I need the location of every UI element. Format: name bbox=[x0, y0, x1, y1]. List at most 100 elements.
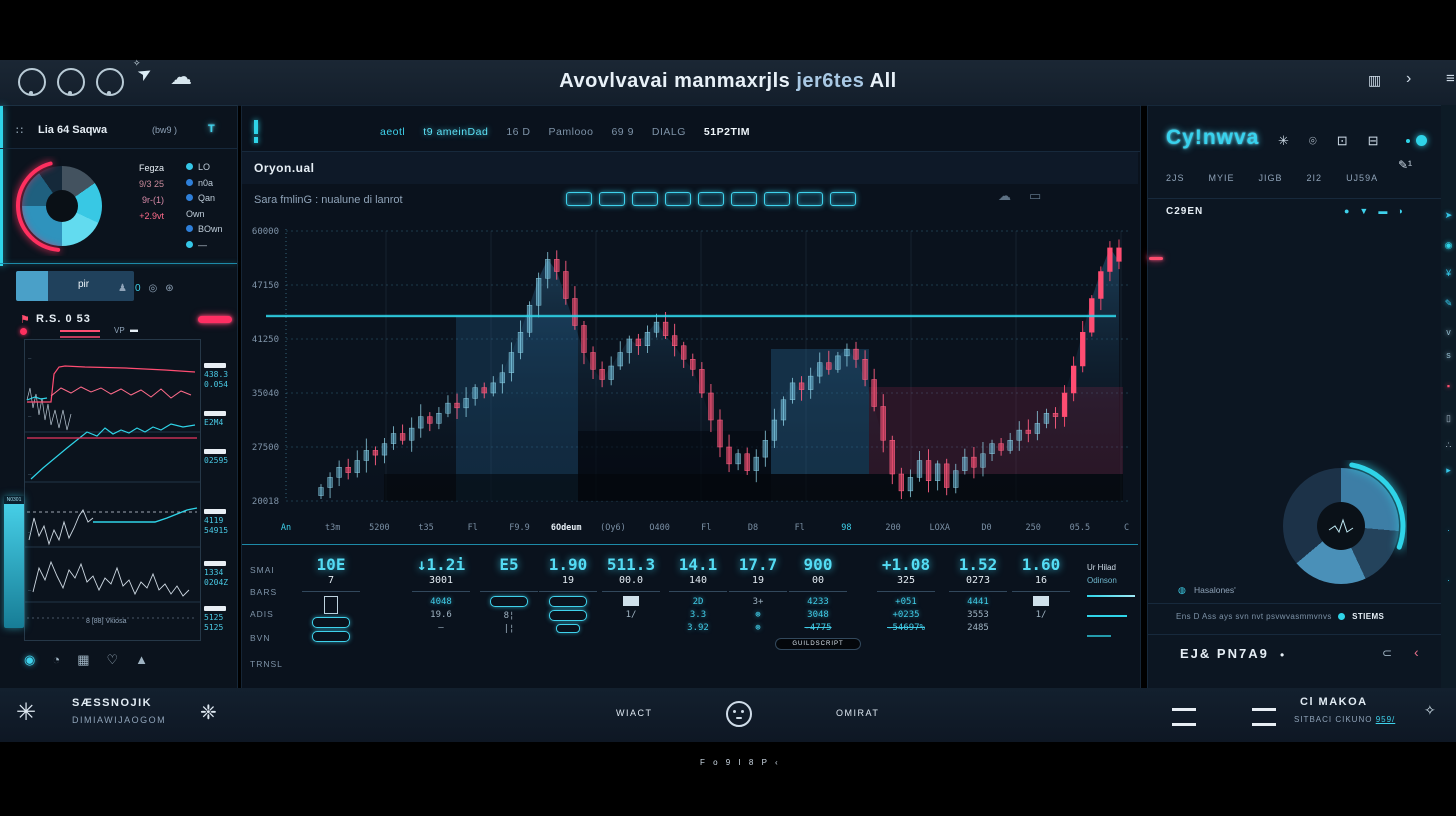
menu-item-7[interactable]: 51P2TIM bbox=[704, 126, 750, 138]
legend-key[interactable]: n0a bbox=[186, 176, 236, 192]
curve-icon[interactable] bbox=[797, 192, 823, 206]
status-wiact[interactable]: WIACT bbox=[616, 708, 653, 718]
stat-divider bbox=[789, 591, 847, 592]
play-icon[interactable]: ▸ bbox=[1441, 465, 1456, 476]
svg-text:98: 98 bbox=[841, 523, 851, 533]
menu-item-2[interactable]: t9 ameinDad bbox=[423, 126, 488, 138]
stat-sub-value: 16 bbox=[995, 575, 1087, 588]
plane-icon[interactable]: ➤ bbox=[1441, 210, 1456, 221]
alert-icon[interactable]: ▪ bbox=[1441, 381, 1456, 391]
lock-icon[interactable]: ⌾ bbox=[1309, 133, 1317, 148]
legend-dot-icon bbox=[186, 225, 193, 232]
chevron-icon[interactable]: v bbox=[1441, 327, 1456, 337]
legend-key[interactable]: Own bbox=[186, 207, 236, 223]
stat-sub-value: 00 bbox=[772, 575, 864, 588]
box-icon[interactable] bbox=[698, 192, 724, 206]
pill-icon[interactable] bbox=[549, 596, 587, 607]
vertical-scrollbar[interactable]: N0301 bbox=[4, 496, 24, 628]
tab-2js[interactable]: 2JS bbox=[1166, 173, 1185, 183]
face-icon[interactable] bbox=[726, 701, 752, 727]
edit-icon[interactable]: ✎ bbox=[1441, 298, 1456, 309]
stat-sub-value: 7 bbox=[285, 575, 377, 588]
tab-myie[interactable]: MYIE bbox=[1209, 173, 1235, 183]
gear-icon[interactable]: ✳ bbox=[1278, 133, 1289, 148]
pill-icon[interactable] bbox=[556, 624, 580, 633]
menu-item-5[interactable]: 69 9 bbox=[611, 126, 633, 138]
bookmark-icon[interactable] bbox=[254, 120, 258, 134]
menu-item-1[interactable]: aeotl bbox=[380, 126, 405, 138]
sidebar-tool-icon[interactable]: ▲ bbox=[135, 652, 148, 667]
statusbar-title: SÆSSNOJIK bbox=[72, 697, 152, 709]
snow-icon[interactable]: ❈ bbox=[200, 700, 217, 725]
sketch-icon[interactable]: ✎¹ bbox=[1398, 158, 1412, 172]
dock-left-icon[interactable] bbox=[1172, 708, 1196, 726]
sidebar-tool-icon[interactable]: ▦ bbox=[77, 652, 89, 667]
legend-key[interactable]: — bbox=[186, 238, 236, 254]
frame-icon[interactable]: ▭ bbox=[1029, 188, 1059, 203]
svg-text:LOXA: LOXA bbox=[930, 523, 950, 533]
bars-icon[interactable] bbox=[566, 192, 592, 206]
chart-icon[interactable]: ⊡ bbox=[1337, 133, 1348, 148]
alert-pill[interactable] bbox=[198, 316, 232, 323]
columns-icon[interactable]: ▥ bbox=[1368, 72, 1381, 89]
stat-column-8[interactable]: 9000042333048-4775GUILDSCRIPT bbox=[772, 555, 864, 650]
thumb-label: pir bbox=[78, 279, 89, 290]
legend-dot-icon bbox=[186, 241, 193, 248]
pin-toggle[interactable]: T bbox=[208, 123, 215, 135]
dot-icon[interactable]: · bbox=[1441, 575, 1456, 585]
sidebar-tool-icon[interactable]: ♡ bbox=[107, 652, 119, 667]
tab-2i2[interactable]: 2I2 bbox=[1307, 173, 1323, 183]
wave-icon[interactable] bbox=[599, 192, 625, 206]
brush-icon[interactable] bbox=[764, 192, 790, 206]
legend-key[interactable]: Qan bbox=[186, 191, 236, 207]
target-icon[interactable]: ◉ bbox=[1441, 240, 1456, 251]
tab-uj59a[interactable]: UJ59A bbox=[1346, 173, 1378, 183]
thumb-action-icon[interactable]: ◎ bbox=[149, 283, 158, 294]
pill-icon[interactable] bbox=[312, 617, 350, 628]
preview-thumbnail[interactable] bbox=[16, 271, 134, 301]
legend-key[interactable]: BOwn bbox=[186, 222, 236, 238]
layout-icon[interactable]: ⊟ bbox=[1368, 133, 1379, 148]
menu-item-4[interactable]: Pamlooo bbox=[549, 126, 594, 138]
collapse-icon[interactable]: ⊂ bbox=[1382, 646, 1392, 660]
sparkline-chart[interactable]: ––––– bbox=[25, 340, 200, 640]
flag-icon[interactable] bbox=[731, 192, 757, 206]
panel-icon[interactable]: ▯ bbox=[1441, 413, 1456, 424]
app-header: ➤ ✧ ☁ Avovlvavai manmaxrjls jer6tes All … bbox=[0, 60, 1456, 106]
cloud-icon[interactable]: ☁ bbox=[998, 188, 1029, 203]
menu-icon[interactable]: ≡ bbox=[1446, 70, 1455, 87]
hatch-icon[interactable] bbox=[665, 192, 691, 206]
thumb-action-icon[interactable]: ♟ bbox=[118, 283, 127, 294]
dots-icon[interactable]: ∴ bbox=[1441, 440, 1456, 451]
menu-item-3[interactable]: 16 D bbox=[506, 126, 530, 138]
mini-axis-group: 411954915 bbox=[204, 509, 228, 536]
pill-icon[interactable] bbox=[312, 631, 350, 642]
sidebar-tool-icon[interactable]: ◉ bbox=[24, 652, 35, 667]
back-icon[interactable]: ‹ bbox=[1414, 644, 1419, 660]
status-toggle[interactable] bbox=[1416, 135, 1427, 146]
tab-jigb[interactable]: JIGB bbox=[1259, 173, 1283, 183]
menu-lines-icon[interactable] bbox=[1252, 708, 1276, 726]
dot-icon[interactable]: · bbox=[1441, 525, 1456, 535]
status-omirat[interactable]: OMIRAT bbox=[836, 708, 879, 718]
sidebar-tool-icon[interactable]: ◔ bbox=[52, 652, 60, 667]
footer-link[interactable]: 959/ bbox=[1376, 715, 1396, 724]
script-pill[interactable]: GUILDSCRIPT bbox=[775, 638, 861, 650]
s-icon[interactable]: s bbox=[1441, 350, 1456, 360]
menu-item-6[interactable]: DIALG bbox=[652, 126, 686, 138]
stat-column-11[interactable]: 1.60161/ bbox=[995, 555, 1087, 622]
sparkle-icon[interactable]: ✧ bbox=[1424, 702, 1436, 719]
tag-icon[interactable] bbox=[830, 192, 856, 206]
pen-icon[interactable] bbox=[632, 192, 658, 206]
axis-value: 02595 bbox=[204, 456, 228, 466]
currency-icon[interactable]: ¥ bbox=[1441, 268, 1456, 278]
scrollbar-label: N0301 bbox=[4, 496, 24, 504]
stat-column-1[interactable]: 10E7 bbox=[285, 555, 377, 645]
legend-key[interactable]: LO bbox=[186, 160, 236, 176]
burst-icon[interactable]: ✳ bbox=[16, 698, 36, 727]
thumb-action-icon[interactable]: ⊛ bbox=[165, 283, 173, 294]
thumb-action-icon[interactable]: 0 bbox=[135, 283, 141, 294]
chevron-right-icon[interactable]: › bbox=[1406, 70, 1411, 88]
grip-icon[interactable]: ∷ bbox=[16, 124, 23, 137]
pill-icon[interactable] bbox=[549, 610, 587, 621]
